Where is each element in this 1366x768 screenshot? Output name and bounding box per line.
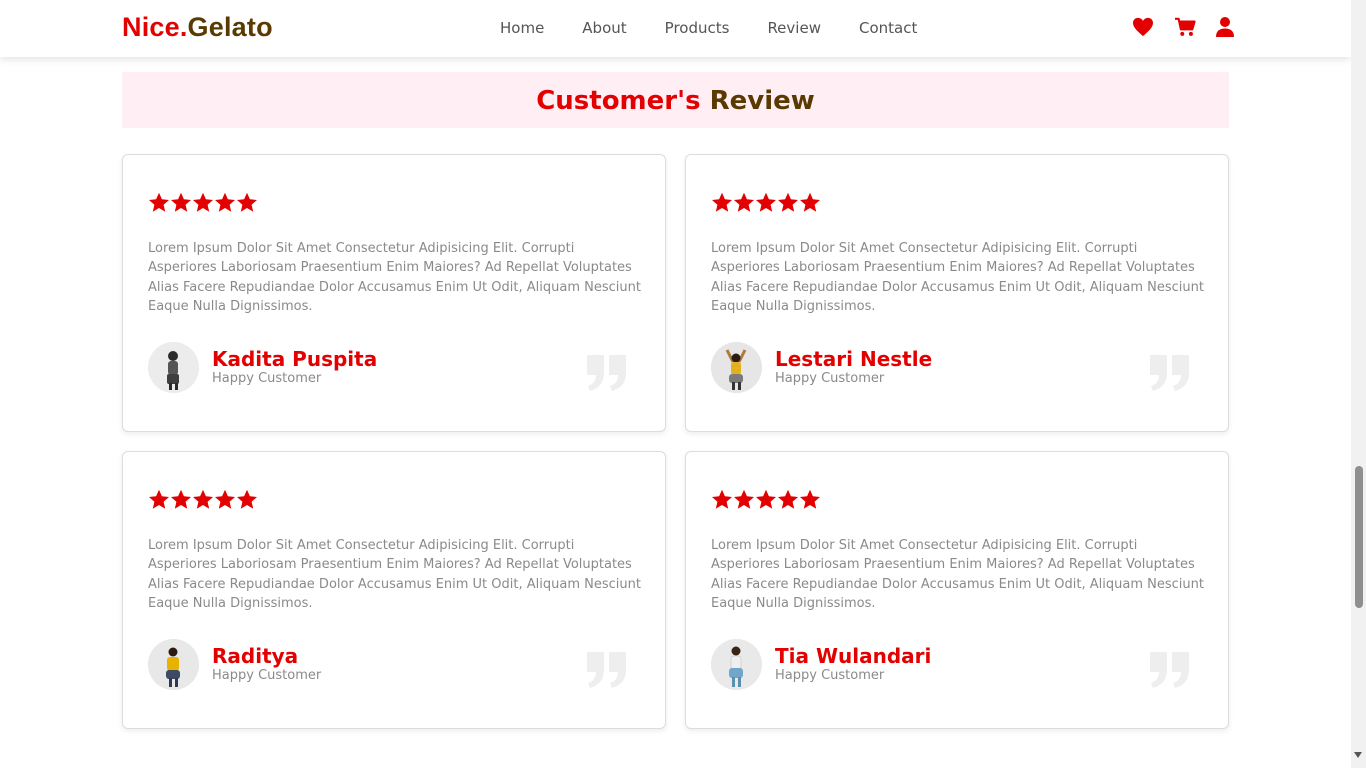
quote-icon [1150,652,1190,692]
main-nav: Home About Products Review Contact [500,19,955,37]
star-icon [148,192,170,213]
heart-icon[interactable] [1132,17,1154,37]
nav-link-contact[interactable]: Contact [859,19,917,37]
customer-name: Kadita Puspita [212,347,378,371]
star-icon [799,192,821,213]
quote-icon [587,355,627,395]
logo-part-2: Gelato [187,12,273,42]
quote-icon [587,652,627,692]
customer-name: Lestari Nestle [775,347,933,371]
page: Nice.Gelato Home About Products Review C… [0,0,1366,768]
customer-role: Happy Customer [212,371,322,386]
customer-name: Tia Wulandari [775,644,932,668]
nav-link-about[interactable]: About [582,19,626,37]
logo-part-1: Nice. [122,12,188,42]
cart-icon[interactable] [1174,17,1196,37]
star-icon [236,489,258,510]
star-icon [214,192,236,213]
star-icon [170,489,192,510]
star-icon [170,192,192,213]
star-icon [711,192,733,213]
star-icon [733,489,755,510]
star-rating [148,489,258,510]
star-icon [799,489,821,510]
avatar [711,342,762,393]
nav-link-home[interactable]: Home [500,19,544,37]
user-icon[interactable] [1216,17,1234,37]
quote-icon [1150,355,1190,395]
scrollbar-thumb[interactable] [1355,466,1363,608]
review-card: Lorem Ipsum Dolor Sit Amet Consectetur A… [122,451,666,729]
star-rating [148,192,258,213]
star-icon [733,192,755,213]
customer-role: Happy Customer [775,371,885,386]
star-rating [711,192,821,213]
avatar [148,639,199,690]
customer-name: Raditya [212,644,299,668]
star-icon [192,489,214,510]
review-text: Lorem Ipsum Dolor Sit Amet Consectetur A… [711,241,1204,314]
review-card: Lorem Ipsum Dolor Sit Amet Consectetur A… [685,451,1229,729]
star-icon [214,489,236,510]
star-icon [755,192,777,213]
review-text: Lorem Ipsum Dolor Sit Amet Consectetur A… [711,538,1204,611]
star-icon [777,489,799,510]
heading-part-2: Review [709,86,815,116]
scroll-down-arrow-icon[interactable] [1354,752,1362,758]
star-icon [777,192,799,213]
logo[interactable]: Nice.Gelato [122,12,273,43]
scrollbar[interactable] [1351,0,1366,768]
review-text: Lorem Ipsum Dolor Sit Amet Consectetur A… [148,538,641,611]
star-icon [148,489,170,510]
review-text: Lorem Ipsum Dolor Sit Amet Consectetur A… [148,241,641,314]
review-card: Lorem Ipsum Dolor Sit Amet Consectetur A… [122,154,666,432]
nav-link-products[interactable]: Products [665,19,730,37]
site-header: Nice.Gelato Home About Products Review C… [0,0,1351,57]
nav-link-review[interactable]: Review [767,19,821,37]
star-rating [711,489,821,510]
avatar [148,342,199,393]
heading-part-1: Customer's [536,86,701,116]
avatar [711,639,762,690]
star-icon [192,192,214,213]
review-card: Lorem Ipsum Dolor Sit Amet Consectetur A… [685,154,1229,432]
customer-role: Happy Customer [775,668,885,683]
section-heading: Customer's Review [122,72,1229,128]
customer-role: Happy Customer [212,668,322,683]
header-icons [1132,17,1234,37]
star-icon [755,489,777,510]
star-icon [236,192,258,213]
star-icon [711,489,733,510]
